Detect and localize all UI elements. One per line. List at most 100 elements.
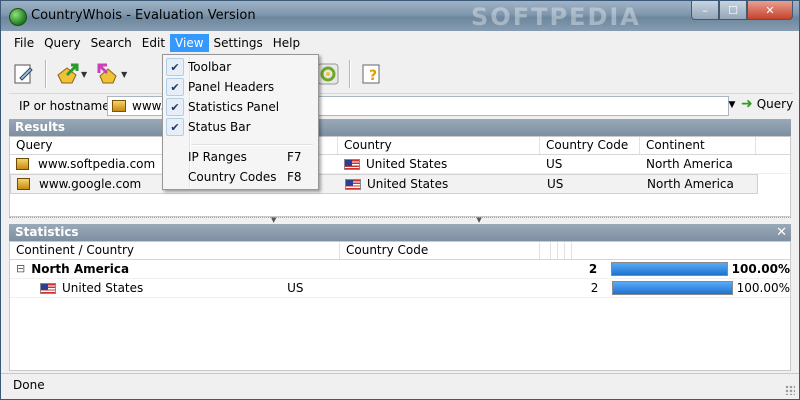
- percent-text: 100.00%: [731, 262, 791, 276]
- menu-search[interactable]: Search: [86, 34, 137, 52]
- menu-shortcut: F7: [287, 150, 302, 164]
- menu-file[interactable]: File: [9, 34, 39, 52]
- code-cell: US: [547, 177, 564, 191]
- column-spacer: [540, 242, 551, 259]
- code-cell: [278, 260, 441, 278]
- window-controls: – ☐ ✕: [691, 1, 793, 21]
- percent-bar: [612, 281, 733, 295]
- title-bar: CountryWhois - Evaluation Version SOFTPE…: [1, 1, 799, 31]
- country-text: United States: [367, 177, 449, 191]
- country-cell: United States: [338, 155, 540, 173]
- chevron-down-icon[interactable]: ▼: [121, 70, 127, 79]
- menu-item-country-codes[interactable]: Country Codes F8: [165, 167, 316, 187]
- menu-separator: [191, 144, 313, 146]
- percent-cell: 100.00%: [602, 279, 790, 297]
- menu-item-label: IP Ranges: [188, 150, 247, 164]
- us-flag-icon: [344, 158, 360, 170]
- menu-item-ip-ranges[interactable]: IP Ranges F7: [165, 147, 316, 167]
- minimize-button[interactable]: –: [691, 1, 719, 20]
- percent-text: 100.00%: [736, 281, 790, 295]
- window-title: CountryWhois - Evaluation Version: [31, 8, 256, 23]
- menu-bar: File Query Search Edit View Settings Hel…: [9, 33, 793, 53]
- check-icon: ✔: [166, 78, 184, 96]
- app-window: CountryWhois - Evaluation Version SOFTPE…: [0, 0, 800, 400]
- menu-item-label: Toolbar: [188, 60, 232, 74]
- menu-shortcut: F8: [287, 170, 302, 184]
- chevron-down-icon[interactable]: ▼: [725, 96, 739, 114]
- results-header: Results: [9, 119, 791, 136]
- count-cell: 2: [590, 281, 599, 295]
- country-cell: United States: [10, 279, 281, 297]
- status-bar: Done: [1, 373, 799, 398]
- percent-bar: [611, 262, 728, 276]
- us-flag-icon: [40, 282, 56, 294]
- menu-query[interactable]: Query: [39, 34, 85, 52]
- code-cell: US: [546, 157, 563, 171]
- country-text: United States: [366, 157, 448, 171]
- arrow-right-icon: ➜: [741, 96, 753, 112]
- collapse-icon[interactable]: ⊟: [16, 260, 25, 278]
- toolbar: ▼ ▼ ?: [9, 55, 793, 94]
- address-row: IP or hostname: www.s ▼ ➜ Query: [9, 95, 793, 117]
- continent-cell: North America: [647, 177, 734, 191]
- column-header[interactable]: Continent: [640, 137, 756, 154]
- country-name: United States: [62, 281, 144, 295]
- toolbar-separator: [349, 60, 352, 88]
- status-text: Done: [13, 378, 45, 392]
- continent-cell: North America: [646, 157, 733, 171]
- statistics-table: Continent / Country Country Code ⊟ North …: [9, 241, 791, 371]
- check-icon: ✔: [166, 58, 184, 76]
- statistics-header: Statistics ✕: [9, 224, 791, 241]
- code-cell: US: [287, 281, 304, 295]
- splitter-grip: ▼▼: [271, 216, 682, 224]
- close-icon[interactable]: ✕: [776, 224, 787, 241]
- watermark: SOFTPEDIA: [471, 3, 641, 31]
- menu-help[interactable]: Help: [268, 34, 305, 52]
- menu-item-toolbar[interactable]: ✔ Toolbar: [165, 57, 316, 77]
- percent-bar-fill: [613, 282, 732, 294]
- server-icon: [112, 100, 126, 112]
- menu-settings[interactable]: Settings: [209, 34, 268, 52]
- query-text: www.softpedia.com: [38, 157, 156, 171]
- results-table-header: Query Country Country Code Continent: [10, 137, 790, 155]
- menu-item-label: Status Bar: [188, 120, 251, 134]
- new-query-icon[interactable]: [9, 59, 39, 89]
- menu-item-label: Panel Headers: [188, 80, 275, 94]
- column-header[interactable]: Country Code: [340, 242, 540, 259]
- server-icon: [16, 158, 29, 170]
- query-button[interactable]: ➜ Query: [741, 96, 793, 112]
- results-table: Query Country Country Code Continent www…: [9, 136, 791, 217]
- help-icon[interactable]: ?: [357, 59, 387, 89]
- table-row[interactable]: United States US 2 100.00%: [10, 279, 790, 298]
- address-label: IP or hostname:: [19, 99, 114, 113]
- check-icon: ✔: [166, 118, 184, 136]
- column-header[interactable]: Continent / Country: [10, 242, 340, 259]
- resize-grip-icon[interactable]: [785, 385, 795, 395]
- table-row[interactable]: www.softpedia.com United States US North…: [10, 155, 790, 174]
- menu-item-status-bar[interactable]: ✔ Status Bar: [165, 117, 316, 137]
- import-icon[interactable]: [53, 59, 83, 89]
- close-button[interactable]: ✕: [747, 1, 793, 20]
- menu-item-panel-headers[interactable]: ✔ Panel Headers: [165, 77, 316, 97]
- maximize-button[interactable]: ☐: [719, 1, 747, 20]
- table-row[interactable]: ⊟ North America 2 100.00%: [10, 260, 790, 279]
- view-menu-dropdown: ✔ Toolbar ✔ Panel Headers ✔ Statistics P…: [162, 54, 319, 190]
- us-flag-icon: [345, 178, 361, 190]
- server-icon: [17, 178, 30, 190]
- menu-item-statistics-panel[interactable]: ✔ Statistics Panel: [165, 97, 316, 117]
- menu-edit[interactable]: Edit: [137, 34, 170, 52]
- column-header[interactable]: Country: [338, 137, 540, 154]
- menu-item-label: Country Codes: [188, 170, 277, 184]
- chevron-down-icon[interactable]: ▼: [81, 70, 87, 79]
- statistics-title: Statistics: [15, 225, 79, 239]
- continent-cell: ⊟ North America: [10, 260, 278, 278]
- menu-view[interactable]: View: [170, 34, 209, 52]
- globe-icon: [9, 8, 27, 26]
- statistics-table-header: Continent / Country Country Code: [10, 242, 790, 260]
- count-cell: 2: [588, 262, 598, 276]
- column-header[interactable]: Country Code: [540, 137, 640, 154]
- table-row[interactable]: www.google.com United States US North Am…: [10, 174, 758, 194]
- export-icon[interactable]: [93, 59, 123, 89]
- panel-splitter[interactable]: ▼▼: [9, 216, 791, 224]
- country-cell: United States: [339, 175, 541, 193]
